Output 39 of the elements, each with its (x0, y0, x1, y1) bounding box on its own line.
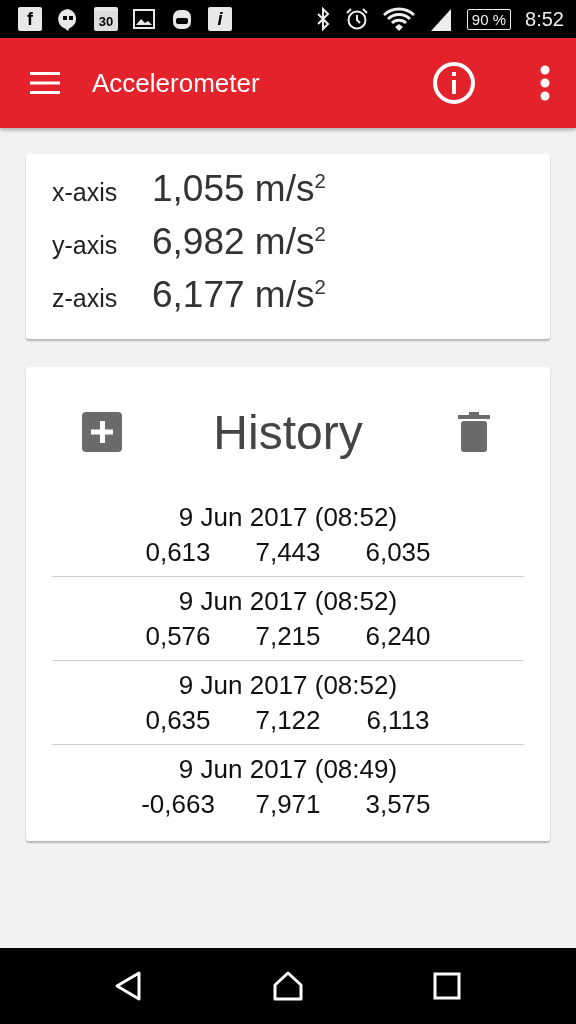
entry-date: 9 Jun 2017 (08:52) (178, 501, 398, 533)
entry-value: 7,971 (254, 789, 322, 820)
bluetooth-icon (314, 7, 331, 31)
entry-date: 9 Jun 2017 (08:52) (178, 585, 398, 617)
axis-value: 6,982 m/s$^{2}$ (152, 221, 326, 263)
entry-value: 0,635 (144, 704, 212, 736)
entry-value: 7,443 (254, 536, 322, 568)
entry-value: 6,035 (364, 536, 432, 568)
axis-label: y-axis (52, 231, 119, 260)
battery-level: 90 % (466, 8, 512, 30)
wifi-icon (382, 7, 415, 31)
entry-value: 7,122 (254, 704, 322, 736)
clock-time: 8:52 (525, 7, 564, 31)
entry-value: 3,575 (364, 789, 432, 820)
entry-date: 9 Jun 2017 (08:49) (178, 754, 398, 785)
app-title: Accelerometer (92, 67, 261, 99)
entry-value: 7,215 (254, 620, 322, 652)
entry-date: 9 Jun 2017 (08:52) (178, 669, 398, 701)
alarm-clock-icon (344, 7, 369, 31)
calendar-icon: 30 (94, 7, 118, 31)
entry-value: 0,613 (144, 536, 212, 568)
axis-label: x-axis (52, 178, 119, 207)
axis-label: z-axis (52, 284, 119, 313)
more-options-icon[interactable] (540, 65, 550, 101)
notification-icon: f (18, 7, 42, 31)
entry-value: -0,663 (140, 789, 216, 820)
image-icon (132, 7, 156, 31)
signal-icon (428, 7, 453, 31)
axis-value: 6,177 m/s$^{2}$ (152, 274, 326, 316)
entry-value: 6,113 (365, 704, 431, 736)
axis-value: 1,055 m/s$^{2}$ (152, 168, 326, 210)
entry-value: 6,240 (364, 620, 432, 652)
menu-icon[interactable] (30, 72, 60, 94)
info-icon[interactable] (432, 61, 476, 105)
history-title: History (213, 404, 363, 460)
entry-value: 0,576 (144, 620, 212, 652)
add-icon[interactable] (82, 412, 122, 452)
notification-icon: i (208, 7, 232, 31)
home-icon[interactable] (272, 970, 304, 1002)
